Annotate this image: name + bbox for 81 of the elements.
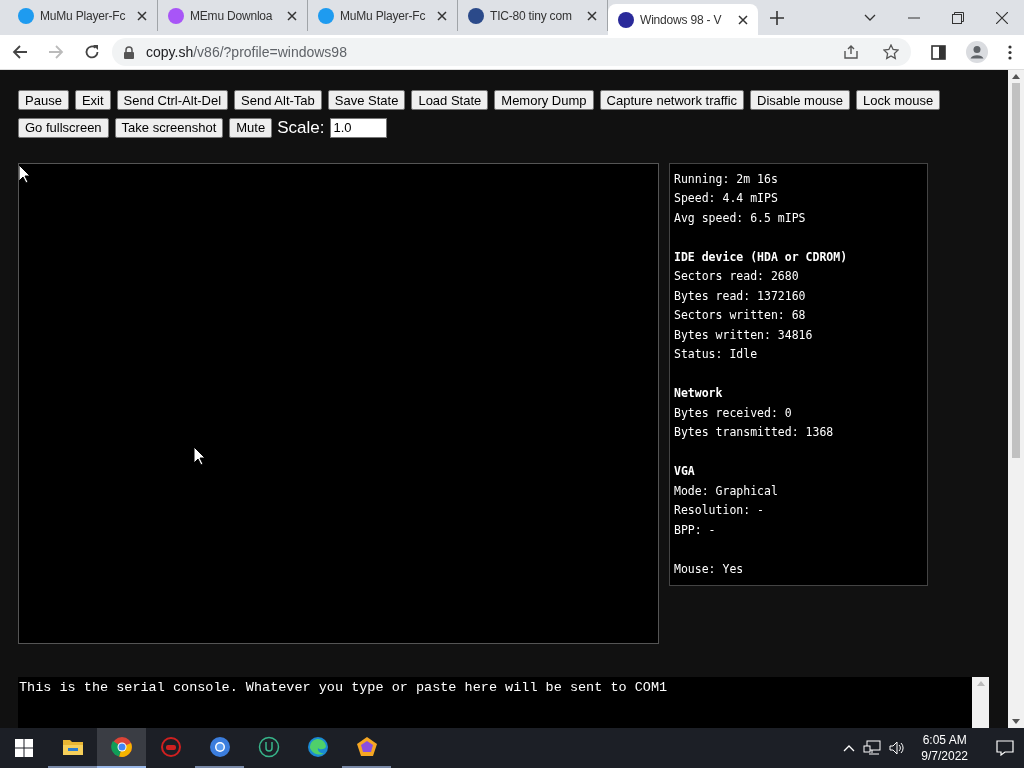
browser-tab[interactable]: TIC-80 tiny com [458, 0, 608, 31]
toolbar-button[interactable]: Capture network traffic [599, 90, 745, 110]
toolbar-button[interactable]: Save State [327, 90, 406, 110]
browser-icon[interactable] [110, 736, 133, 758]
tab-title: MuMu Player-Fc [340, 7, 427, 25]
tab-title: MEmu Downloa [190, 7, 274, 25]
chevron-up-icon[interactable] [843, 744, 856, 752]
toolbar-button[interactable]: Load State [411, 90, 489, 110]
stats-line: Bytes written: 34816 [674, 326, 814, 344]
scrollbar-thumb[interactable] [1012, 83, 1020, 458]
tab-title: MuMu Player-Fc [40, 7, 127, 25]
clock-date[interactable]: 9/7/2022 [921, 748, 968, 764]
minimize-icon[interactable] [908, 16, 920, 19]
close-icon[interactable] [587, 10, 597, 21]
chevron-down-icon[interactable] [864, 13, 876, 22]
mouse-pointer-icon [194, 446, 206, 466]
lock-icon [124, 45, 134, 59]
toolbar-button[interactable]: Send Ctrl-Alt-Del [116, 90, 229, 110]
address-bar[interactable]: copy.sh/v86/?profile=windows98 [112, 38, 911, 66]
tab-title: TIC-80 tiny com [490, 7, 573, 25]
side-panel-icon[interactable] [931, 44, 946, 60]
stats-line: Bytes received: 0 [674, 404, 793, 422]
star-icon[interactable] [883, 44, 899, 60]
close-icon[interactable] [738, 14, 748, 25]
speaker-icon[interactable] [889, 741, 906, 755]
stats-line: Speed: 4.4 mIPS [674, 190, 779, 207]
toolbar-button[interactable]: Send Alt-Tab [234, 90, 322, 110]
serial-console[interactable]: This is the serial console. Whatever you type or paste here will be sent to COM1 [18, 676, 972, 731]
toolbar-button[interactable]: Pause [18, 90, 69, 110]
toolbar-button[interactable]: Memory Dump [494, 90, 594, 110]
browser-tab[interactable]: Windows 98 - V [608, 4, 758, 35]
toolbar-button[interactable]: Exit [74, 90, 111, 110]
close-icon[interactable] [137, 10, 147, 21]
close-icon[interactable] [287, 10, 297, 21]
scroll-up-icon[interactable] [1012, 74, 1020, 79]
clock-time[interactable]: 6:05 AM [922, 732, 967, 748]
close-icon[interactable] [996, 11, 1008, 24]
toolbar-button[interactable]: Lock mouse [856, 90, 941, 110]
stats-heading: IDE device (HDA or CDROM) [674, 248, 849, 266]
stats-line: BPP: - [674, 521, 717, 539]
notification-icon[interactable] [996, 740, 1014, 756]
toolbar-button[interactable]: Mute [229, 117, 273, 138]
toolbar-button[interactable]: Take screenshot [114, 117, 224, 138]
stats-heading: VGA [674, 463, 696, 480]
folder-icon[interactable] [61, 737, 84, 757]
close-icon[interactable] [437, 10, 447, 21]
browser-tab[interactable]: MEmu Downloa [158, 0, 308, 31]
stats-line: Running: 2m 16s [674, 170, 779, 188]
url-text: copy.sh/v86/?profile=windows98 [146, 42, 347, 62]
windows-start-icon[interactable] [15, 739, 33, 757]
browser-icon[interactable] [208, 736, 231, 758]
stats-line: Bytes transmitted: 1368 [674, 424, 835, 441]
browser-tab[interactable]: MuMu Player-Fc [308, 0, 458, 31]
stats-line: Resolution: - [674, 502, 765, 519]
menu-icon[interactable] [1008, 44, 1012, 60]
new-tab-icon[interactable] [770, 11, 784, 25]
stats-heading: Network [674, 385, 724, 402]
toolbar-button[interactable]: Disable mouse [750, 90, 851, 110]
share-icon[interactable] [843, 44, 859, 60]
toolbar-button[interactable]: Go fullscreen [18, 117, 109, 138]
stats-line: Status: Idle [674, 346, 759, 363]
scroll-down-icon[interactable] [1012, 719, 1020, 724]
stats-line: Sectors read: 2680 [674, 268, 800, 285]
stats-line: Sectors written: 68 [674, 307, 807, 324]
edge-browser-icon[interactable] [306, 736, 329, 758]
scale-label: Scale: [277, 117, 325, 139]
back-icon[interactable] [12, 44, 28, 60]
browser-tab[interactable]: MuMu Player-Fc [8, 0, 158, 31]
letter-circle-icon[interactable] [257, 736, 280, 758]
pentagon-icon[interactable] [355, 736, 378, 758]
scale-field[interactable]: 1.0 [330, 117, 388, 138]
stats-line: Avg speed: 6.5 mIPS [674, 209, 807, 227]
stats-line: Bytes read: 1372160 [674, 287, 807, 305]
restore-icon[interactable] [952, 11, 964, 24]
stats-line: Mode: Graphical [674, 482, 779, 500]
mouse-pointer-icon [19, 164, 31, 184]
stats-line: Mouse: Yes [674, 560, 745, 578]
profile-icon[interactable] [966, 41, 988, 63]
tab-title: Windows 98 - V [640, 11, 723, 29]
reload-icon[interactable] [84, 44, 100, 60]
network-icon[interactable] [863, 740, 882, 756]
